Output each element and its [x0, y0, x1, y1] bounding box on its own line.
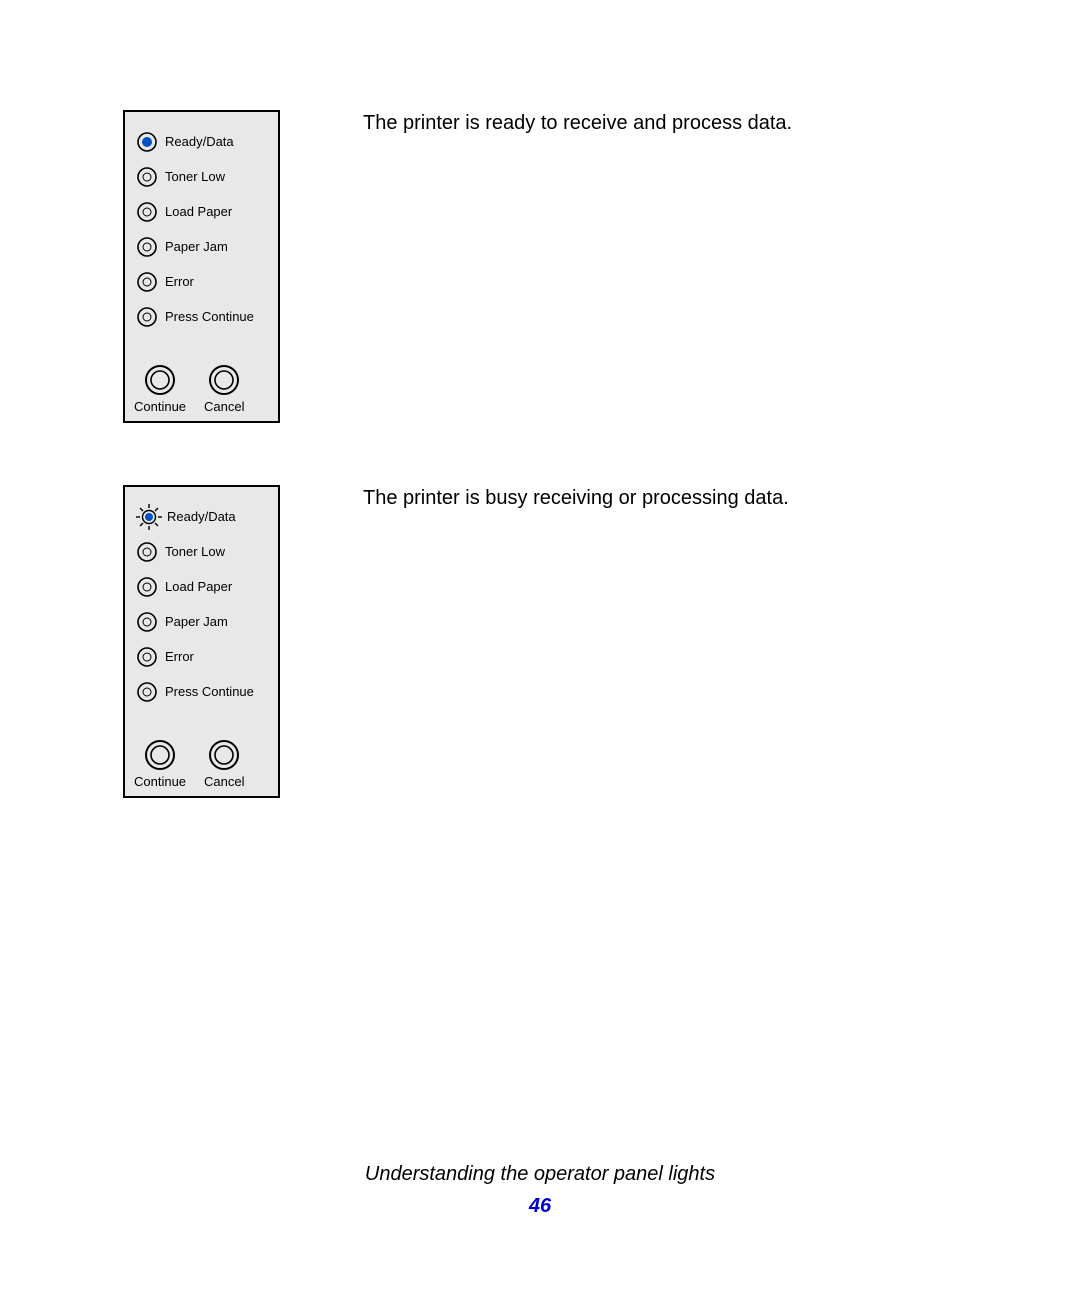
page-content: Ready/Data Toner Low Load Paper Paper Ja… — [0, 0, 1080, 1296]
description-busy: The printer is busy receiving or process… — [363, 487, 789, 510]
button-continue-group: Continue — [134, 364, 186, 414]
button-continue-label: Continue — [134, 774, 186, 789]
led-off-icon — [137, 272, 157, 292]
continue-button-icon — [144, 739, 176, 771]
light-row-load-paper: Load Paper — [125, 569, 278, 604]
light-label-press-continue: Press Continue — [165, 309, 254, 324]
led-off-icon — [137, 682, 157, 702]
continue-button-icon — [144, 364, 176, 396]
panel-button-row: Continue Cancel — [125, 364, 278, 414]
light-row-paper-jam: Paper Jam — [125, 604, 278, 639]
light-row-ready-data: Ready/Data — [125, 124, 278, 159]
light-label-press-continue: Press Continue — [165, 684, 254, 699]
cancel-button-icon — [208, 739, 240, 771]
panel-button-row: Continue Cancel — [125, 739, 278, 789]
button-cancel-label: Cancel — [204, 399, 244, 414]
light-label-ready-data: Ready/Data — [165, 134, 234, 149]
light-label-ready-data: Ready/Data — [167, 509, 236, 524]
operator-panel-ready: Ready/Data Toner Low Load Paper Paper Ja… — [123, 110, 280, 423]
page-number: 46 — [0, 1195, 1080, 1218]
light-row-load-paper: Load Paper — [125, 194, 278, 229]
light-label-load-paper: Load Paper — [165, 579, 232, 594]
light-label-paper-jam: Paper Jam — [165, 614, 228, 629]
light-label-toner-low: Toner Low — [165, 169, 225, 184]
light-row-error: Error — [125, 264, 278, 299]
light-row-toner-low: Toner Low — [125, 159, 278, 194]
led-off-icon — [137, 542, 157, 562]
button-continue-label: Continue — [134, 399, 186, 414]
operator-panel-busy: Ready/Data Toner Low Load Paper Paper Ja… — [123, 485, 280, 798]
light-row-error: Error — [125, 639, 278, 674]
light-label-paper-jam: Paper Jam — [165, 239, 228, 254]
description-ready: The printer is ready to receive and proc… — [363, 112, 792, 135]
light-label-load-paper: Load Paper — [165, 204, 232, 219]
light-row-press-continue: Press Continue — [125, 674, 278, 709]
light-row-ready-data: Ready/Data — [125, 499, 278, 534]
light-label-error: Error — [165, 649, 194, 664]
led-off-icon — [137, 167, 157, 187]
led-off-icon — [137, 237, 157, 257]
button-continue-group: Continue — [134, 739, 186, 789]
light-row-paper-jam: Paper Jam — [125, 229, 278, 264]
led-off-icon — [137, 307, 157, 327]
cancel-button-icon — [208, 364, 240, 396]
light-label-error: Error — [165, 274, 194, 289]
led-off-icon — [137, 577, 157, 597]
led-off-icon — [137, 647, 157, 667]
button-cancel-group: Cancel — [204, 739, 244, 789]
led-off-icon — [137, 202, 157, 222]
light-row-press-continue: Press Continue — [125, 299, 278, 334]
light-label-toner-low: Toner Low — [165, 544, 225, 559]
section-title: Understanding the operator panel lights — [0, 1163, 1080, 1186]
led-on-icon — [137, 132, 157, 152]
button-cancel-group: Cancel — [204, 364, 244, 414]
led-blinking-icon — [131, 503, 167, 531]
led-off-icon — [137, 612, 157, 632]
light-row-toner-low: Toner Low — [125, 534, 278, 569]
button-cancel-label: Cancel — [204, 774, 244, 789]
